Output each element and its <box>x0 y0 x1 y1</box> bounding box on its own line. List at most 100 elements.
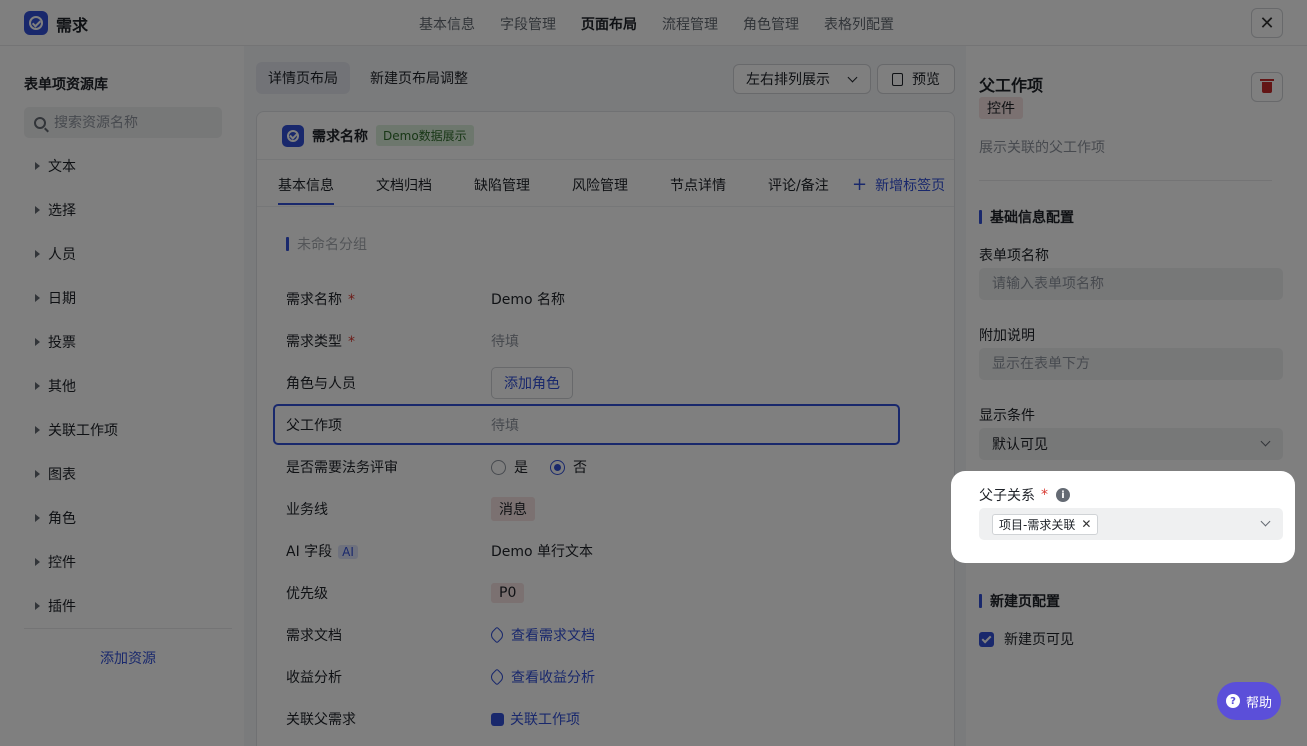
condition-select[interactable]: 默认可见 <box>979 428 1283 460</box>
remove-chip-icon[interactable]: ✕ <box>1081 517 1091 531</box>
card-tab-nodes[interactable]: 节点详情 <box>670 175 726 195</box>
caret-right-icon <box>35 250 40 258</box>
radio-yes[interactable] <box>491 459 506 475</box>
resource-list: 文本 选择 人员 日期 投票 其他 关联工作项 图表 角色 控件 插件 <box>24 144 232 628</box>
preview-button[interactable]: 预览 <box>877 64 955 94</box>
resource-item-chart[interactable]: 图表 <box>24 452 232 496</box>
help-button[interactable]: ? 帮助 <box>1217 682 1281 720</box>
resource-item-control[interactable]: 控件 <box>24 540 232 584</box>
relation-highlight: 父子关系 * i 项目-需求关联 ✕ <box>951 471 1295 563</box>
card-tabs: 基本信息 文档归档 缺陷管理 风险管理 节点详情 评论/备注 + 新增标签页 <box>257 160 954 207</box>
caret-right-icon <box>35 206 40 214</box>
business-tag: 消息 <box>491 497 535 521</box>
divider <box>24 628 232 629</box>
caret-right-icon <box>35 558 40 566</box>
view-doc-link[interactable]: 查看需求文档 <box>488 625 595 645</box>
control-tag: 控件 <box>979 97 1023 119</box>
preview-icon <box>892 72 903 86</box>
extra-input[interactable] <box>979 348 1283 380</box>
config-title: 父工作项 <box>979 76 1044 95</box>
caret-right-icon <box>35 514 40 522</box>
divider <box>979 180 1272 181</box>
card-tab-risks[interactable]: 风险管理 <box>572 175 628 195</box>
field-row-priority[interactable]: 优先级 P0 <box>286 581 926 605</box>
priority-tag: P0 <box>491 583 525 603</box>
field-row-parent[interactable]: 父工作项 待填 <box>286 413 926 437</box>
add-resource-button[interactable]: 添加资源 <box>24 648 232 668</box>
resource-item-plugin[interactable]: 插件 <box>24 584 232 628</box>
link-icon <box>488 668 506 686</box>
resource-item-vote[interactable]: 投票 <box>24 320 232 364</box>
delete-button[interactable] <box>1251 72 1283 102</box>
resource-item-select[interactable]: 选择 <box>24 188 232 232</box>
resource-item-linked-work[interactable]: 关联工作项 <box>24 408 232 452</box>
new-page-config-heading: 新建页配置 <box>979 591 1060 611</box>
card-title: 需求名称 <box>312 128 368 145</box>
close-button[interactable]: ✕ <box>1251 8 1283 38</box>
app-title: 需求 <box>56 16 89 35</box>
tab-detail-layout[interactable]: 详情页布局 <box>256 62 350 94</box>
add-role-button[interactable]: 添加角色 <box>491 367 573 399</box>
ai-badge: AI <box>338 545 358 559</box>
top-tabs: 基本信息 字段管理 页面布局 流程管理 角色管理 表格列配置 <box>419 14 919 34</box>
link-icon <box>488 626 506 644</box>
resource-item-text[interactable]: 文本 <box>24 144 232 188</box>
new-page-visible-checkbox[interactable] <box>979 631 994 647</box>
help-icon: ? <box>1225 694 1240 708</box>
chevron-down-icon <box>1260 516 1271 527</box>
tab-basic-info[interactable]: 基本信息 <box>419 14 475 34</box>
tab-page-layout[interactable]: 页面布局 <box>581 14 637 34</box>
tab-field-manage[interactable]: 字段管理 <box>500 14 556 34</box>
field-row-ai[interactable]: AI 字段 AI Demo 单行文本 <box>286 539 926 563</box>
field-row-legal[interactable]: 是否需要法务评审 是 否 <box>286 455 926 479</box>
basic-config-heading: 基础信息配置 <box>979 207 1074 227</box>
caret-right-icon <box>35 426 40 434</box>
name-input[interactable] <box>979 268 1283 300</box>
caret-right-icon <box>35 602 40 610</box>
info-icon[interactable]: i <box>1056 488 1070 502</box>
view-profit-link[interactable]: 查看收益分析 <box>488 667 595 687</box>
app-logo-icon <box>24 11 48 35</box>
relation-chip: 项目-需求关联 ✕ <box>992 513 1099 535</box>
card-tab-docs[interactable]: 文档归档 <box>376 175 432 195</box>
radio-no[interactable] <box>550 459 565 475</box>
work-item-icon <box>491 712 504 726</box>
extra-label: 附加说明 <box>979 328 1035 344</box>
linked-work-link[interactable]: 关联工作项 <box>491 709 580 729</box>
demo-badge: Demo数据展示 <box>376 125 474 146</box>
tab-table-columns[interactable]: 表格列配置 <box>824 14 894 34</box>
field-row-type[interactable]: 需求类型 * 待填 <box>286 329 926 353</box>
resource-item-other[interactable]: 其他 <box>24 364 232 408</box>
add-tab-button[interactable]: + 新增标签页 <box>852 175 945 195</box>
field-row-profit[interactable]: 收益分析 查看收益分析 <box>286 665 926 689</box>
config-description: 展示关联的父工作项 <box>979 140 1105 156</box>
resource-item-date[interactable]: 日期 <box>24 276 232 320</box>
tab-new-page-layout[interactable]: 新建页布局调整 <box>358 62 480 94</box>
caret-right-icon <box>35 470 40 478</box>
card-tab-comments[interactable]: 评论/备注 <box>768 175 829 195</box>
resource-search-input[interactable] <box>54 114 204 131</box>
resource-item-person[interactable]: 人员 <box>24 232 232 276</box>
tab-flow-manage[interactable]: 流程管理 <box>662 14 718 34</box>
detail-preview-card: 需求名称 Demo数据展示 基本信息 文档归档 缺陷管理 风险管理 节点详情 评… <box>256 111 955 746</box>
card-tab-basic[interactable]: 基本信息 <box>278 175 334 205</box>
field-row-parent-req[interactable]: 关联父需求 关联工作项 <box>286 707 926 731</box>
group-title[interactable]: 未命名分组 <box>286 234 367 254</box>
resource-item-role[interactable]: 角色 <box>24 496 232 540</box>
layout-mode-select[interactable]: 左右排列展示 <box>733 64 871 94</box>
tab-role-manage[interactable]: 角色管理 <box>743 14 799 34</box>
card-tab-defects[interactable]: 缺陷管理 <box>474 175 530 195</box>
close-icon: ✕ <box>1259 12 1275 34</box>
resource-library-title: 表单项资源库 <box>24 77 108 93</box>
search-icon <box>34 116 46 129</box>
field-row-doc[interactable]: 需求文档 查看需求文档 <box>286 623 926 647</box>
caret-right-icon <box>35 162 40 170</box>
field-row-name[interactable]: 需求名称 * Demo 名称 <box>286 287 926 311</box>
field-row-business[interactable]: 业务线 消息 <box>286 497 926 521</box>
resource-library-panel: 表单项资源库 文本 选择 人员 日期 投票 其他 关联工作项 图表 角色 控件 … <box>0 46 244 746</box>
relation-select[interactable]: 项目-需求关联 ✕ <box>979 508 1283 540</box>
field-row-role[interactable]: 角色与人员 添加角色 <box>286 367 926 399</box>
name-label: 表单项名称 <box>979 248 1049 264</box>
resource-search[interactable] <box>24 107 222 138</box>
new-page-visible-option[interactable]: 新建页可见 <box>979 629 1074 649</box>
